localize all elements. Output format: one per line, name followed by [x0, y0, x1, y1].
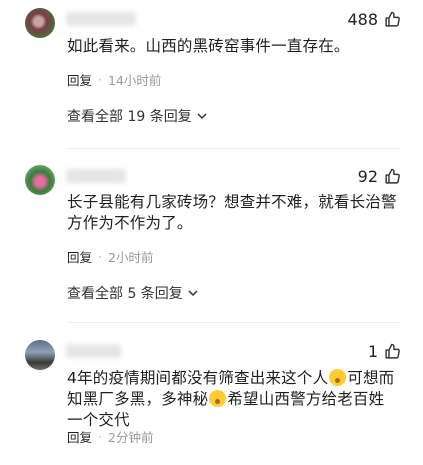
- comment-meta: 回复 · 2分钟前: [67, 427, 153, 446]
- comment-time: 14小时前: [108, 73, 162, 88]
- view-replies-label: 查看全部 19 条回复: [67, 109, 192, 125]
- like-button[interactable]: 488: [347, 10, 401, 29]
- chevron-down-icon: [197, 113, 207, 120]
- like-button[interactable]: 1: [368, 342, 401, 361]
- avatar[interactable]: [25, 8, 55, 38]
- avatar[interactable]: [25, 165, 55, 195]
- like-count: 92: [357, 167, 378, 186]
- comment-text: 长子县能有几家砖场？想查并不难，就看长治警方作为不作为了。: [67, 193, 397, 232]
- like-count: 488: [347, 10, 378, 29]
- comment-text-part1: 4年的疫情期间都没有筛查出来这个人: [67, 369, 329, 387]
- comment-time: 2小时前: [108, 250, 154, 265]
- like-count: 1: [367, 342, 378, 361]
- thumbs-up-icon: [385, 343, 400, 359]
- username-blurred[interactable]: [66, 169, 126, 183]
- username-blurred[interactable]: [66, 12, 136, 26]
- comment-meta: 回复 · 14小时前: [67, 70, 161, 89]
- comment-time: 2分钟前: [108, 430, 154, 445]
- meta-separator: ·: [98, 249, 102, 264]
- scared-face-emoji: [329, 369, 347, 386]
- thumbs-up-icon: [385, 168, 400, 184]
- reply-button[interactable]: 回复: [67, 427, 92, 446]
- username-blurred[interactable]: [66, 344, 121, 358]
- avatar[interactable]: [25, 340, 55, 370]
- view-all-replies-button[interactable]: 查看全部 5 条回复: [67, 283, 199, 303]
- view-replies-label: 查看全部 5 条回复: [67, 286, 183, 302]
- divider: [67, 322, 401, 323]
- comment-text: 如此看来。山西的黑砖窑事件一直存在。: [67, 37, 350, 55]
- reply-button[interactable]: 回复: [67, 70, 92, 89]
- chevron-down-icon: [188, 290, 198, 297]
- divider: [67, 148, 401, 149]
- meta-separator: ·: [98, 429, 102, 444]
- comment-meta: 回复 · 2小时前: [67, 247, 153, 266]
- like-button[interactable]: 92: [358, 167, 401, 186]
- comment-text: 4年的疫情期间都没有筛查出来这个人 可想而知黑厂多黑，多神秘 希望山西警方给老百姓一…: [67, 368, 397, 431]
- sweat-face-emoji: [209, 390, 227, 407]
- thumbs-up-icon: [385, 11, 400, 27]
- meta-separator: ·: [98, 72, 102, 87]
- reply-button[interactable]: 回复: [67, 247, 92, 266]
- view-all-replies-button[interactable]: 查看全部 19 条回复: [67, 106, 208, 126]
